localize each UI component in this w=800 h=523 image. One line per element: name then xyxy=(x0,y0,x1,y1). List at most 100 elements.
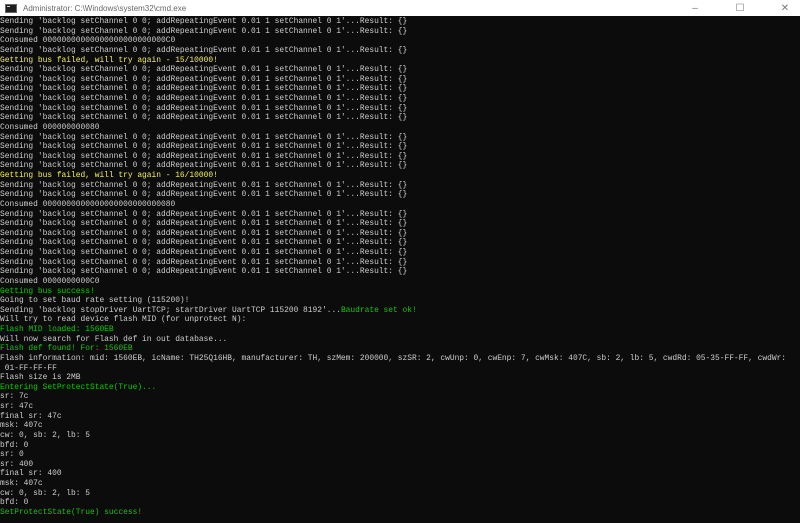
console-line-status: Baudrate set ok! xyxy=(340,305,417,315)
console-line: Entering SetProtectState(True)... xyxy=(0,383,800,393)
console-line-text: Sending 'backlog setChannel 0 0; addRepe… xyxy=(0,94,408,103)
console-line: Sending 'backlog setChannel 0 0; addRepe… xyxy=(0,190,800,200)
console-line-text: Entering SetProtectState(True)... xyxy=(0,382,157,392)
cmd-app-icon xyxy=(5,3,17,13)
console-line: final sr: 47c xyxy=(0,412,800,422)
console-line-text: Sending 'backlog setChannel 0 0; addRepe… xyxy=(0,142,408,152)
console-line: Sending 'backlog setChannel 0 0; addRepe… xyxy=(0,238,800,248)
console-line-text: sr: 47c xyxy=(0,402,34,411)
console-line-text: bfd: 0 xyxy=(0,498,29,508)
console-line: Sending 'backlog setChannel 0 0; addRepe… xyxy=(0,17,800,27)
console-line: Flash MID loaded: 1560EB xyxy=(0,325,800,335)
console-line-text: cw: 0, sb: 2, lb: 5 xyxy=(0,488,90,498)
console-line: Sending 'backlog setChannel 0 0; addRepe… xyxy=(0,84,800,94)
console-line-text: Sending 'backlog setChannel 0 0; addRepe… xyxy=(0,26,408,36)
console-line: Going to set baud rate setting (115200)! xyxy=(0,296,800,306)
close-button[interactable]: ✕ xyxy=(770,0,800,16)
console-line-text: Sending 'backlog setChannel 0 0; addRepe… xyxy=(0,228,408,238)
console-line: bfd: 0 xyxy=(0,441,800,451)
console-line-text: sr: 400 xyxy=(0,459,34,469)
console-line-text: Consumed 00000000000000000000000000C0 xyxy=(0,36,176,46)
console-line: Sending 'backlog setChannel 0 0; addRepe… xyxy=(0,161,800,171)
console-line-text: SetProtectState(True) success! xyxy=(0,507,143,517)
console-line: Getting bus failed, will try again - 15/… xyxy=(0,56,800,66)
console-line: Will try to read device flash MID (for u… xyxy=(0,315,800,325)
console-line-text: Consumed 0000000000C0 xyxy=(0,276,100,286)
minimize-button[interactable]: – xyxy=(680,0,710,16)
console-line: Getting bus success! xyxy=(0,287,800,297)
console-line-text: Sending 'backlog setChannel 0 0; addRepe… xyxy=(0,219,408,229)
console-line-text: Sending 'backlog setChannel 0 0; addRepe… xyxy=(0,267,408,277)
console-line-text: Flash size is 2MB xyxy=(0,373,81,383)
console-line: msk: 407c xyxy=(0,421,800,431)
console-line-text: sr: 0 xyxy=(0,450,24,460)
console-line: Sending 'backlog setChannel 0 0; addRepe… xyxy=(0,46,800,56)
maximize-button[interactable]: ☐ xyxy=(725,0,755,16)
console-line-text: Sending 'backlog setChannel 0 0; addRepe… xyxy=(0,161,408,171)
console-line-text: Flash def found! For: 1560EB xyxy=(0,344,133,354)
console-line-text: msk: 407c xyxy=(0,479,43,488)
console-line: sr: 0 xyxy=(0,450,800,460)
console-line-text: Flash MID loaded: 1560EB xyxy=(0,325,114,334)
console-line: sr: 47c xyxy=(0,402,800,412)
console-line: Sending 'backlog setChannel 0 0; addRepe… xyxy=(0,181,800,191)
console-line: Sending 'backlog setChannel 0 0; addRepe… xyxy=(0,267,800,277)
console-line-text: Sending 'backlog setChannel 0 0; addRepe… xyxy=(0,257,408,267)
console-line-text: Sending 'backlog setChannel 0 0; addRepe… xyxy=(0,17,408,26)
console-line: Sending 'backlog setChannel 0 0; addRepe… xyxy=(0,133,800,143)
console-line: Flash size is 2MB xyxy=(0,373,800,383)
console-line: Consumed 0000000000C0 xyxy=(0,277,800,287)
console-line-text: Getting bus failed, will try again - 15/… xyxy=(0,55,218,65)
console-line-text: Flash information: mid: 1560EB, icName: … xyxy=(0,353,787,363)
console-line: bfd: 0 xyxy=(0,498,800,508)
console-line: Sending 'backlog setChannel 0 0; addRepe… xyxy=(0,248,800,258)
console-line: Consumed 00000000000000000000000000C0 xyxy=(0,36,800,46)
console-line: Sending 'backlog setChannel 0 0; addRepe… xyxy=(0,142,800,152)
console-line-text: Will try to read device flash MID (for u… xyxy=(0,315,247,325)
console-line: Sending 'backlog setChannel 0 0; addRepe… xyxy=(0,27,800,37)
console-line-text: Sending 'backlog setChannel 0 0; addRepe… xyxy=(0,65,408,75)
console-line-text: msk: 407c xyxy=(0,421,43,431)
console-line: Sending 'backlog setChannel 0 0; addRepe… xyxy=(0,65,800,75)
console-line: Sending 'backlog setChannel 0 0; addRepe… xyxy=(0,152,800,162)
console-output[interactable]: Sending 'backlog setChannel 0 0; addRepe… xyxy=(0,17,800,523)
console-line-text: Sending 'backlog setChannel 0 0; addRepe… xyxy=(0,132,408,142)
console-line: Flash information: mid: 1560EB, icName: … xyxy=(0,354,800,364)
console-line-text: Sending 'backlog setChannel 0 0; addRepe… xyxy=(0,74,408,84)
console-line-text: Sending 'backlog setChannel 0 0; addRepe… xyxy=(0,113,408,123)
console-line: sr: 400 xyxy=(0,460,800,470)
console-line-text: Sending 'backlog setChannel 0 0; addRepe… xyxy=(0,45,408,55)
console-line: final sr: 400 xyxy=(0,469,800,479)
console-line-text: Sending 'backlog setChannel 0 0; addRepe… xyxy=(0,190,408,200)
console-line-text: final sr: 47c xyxy=(0,411,62,421)
console-line-text: final sr: 400 xyxy=(0,469,62,479)
console-line: Sending 'backlog setChannel 0 0; addRepe… xyxy=(0,75,800,85)
console-line-text: Sending 'backlog setChannel 0 0; addRepe… xyxy=(0,238,408,248)
console-line: cw: 0, sb: 2, lb: 5 xyxy=(0,431,800,441)
title-bar[interactable]: Administrator: C:\Windows\system32\cmd.e… xyxy=(0,0,800,16)
console-line: Sending 'backlog setChannel 0 0; addRepe… xyxy=(0,113,800,123)
console-line: SetProtectState(True) success! xyxy=(0,508,800,518)
console-line-text: Sending 'backlog setChannel 0 0; addRepe… xyxy=(0,248,408,257)
console-line: 01-FF-FF-FF xyxy=(0,364,800,374)
console-line: Sending 'backlog setChannel 0 0; addRepe… xyxy=(0,210,800,220)
console-line: Sending 'backlog setChannel 0 0; addRepe… xyxy=(0,229,800,239)
console-line: Getting bus failed, will try again - 16/… xyxy=(0,171,800,181)
console-line: cw: 0, sb: 2, lb: 5 xyxy=(0,489,800,499)
console-line-text: sr: 7c xyxy=(0,392,29,402)
console-line: sr: 7c xyxy=(0,392,800,402)
console-line-text: bfd: 0 xyxy=(0,440,29,450)
console-line-text: Sending 'backlog setChannel 0 0; addRepe… xyxy=(0,209,408,219)
console-line: Sending 'backlog setChannel 0 0; addRepe… xyxy=(0,258,800,268)
console-line-text: Will now search for Flash def in out dat… xyxy=(0,334,228,344)
console-line-text: Sending 'backlog stopDriver UartTCP; sta… xyxy=(0,305,341,315)
window-title: Administrator: C:\Windows\system32\cmd.e… xyxy=(23,3,187,13)
console-line: Flash def found! For: 1560EB xyxy=(0,344,800,354)
console-line-text: Sending 'backlog setChannel 0 0; addRepe… xyxy=(0,103,408,113)
console-line: Sending 'backlog setChannel 0 0; addRepe… xyxy=(0,219,800,229)
console-line: Consumed 0000000000000000000000000080 xyxy=(0,200,800,210)
console-line-text: Sending 'backlog setChannel 0 0; addRepe… xyxy=(0,151,408,161)
console-line-text: 01-FF-FF-FF xyxy=(0,363,57,373)
console-line-text: Sending 'backlog setChannel 0 0; addRepe… xyxy=(0,180,408,190)
console-line-text: Getting bus failed, will try again - 16/… xyxy=(0,171,218,180)
